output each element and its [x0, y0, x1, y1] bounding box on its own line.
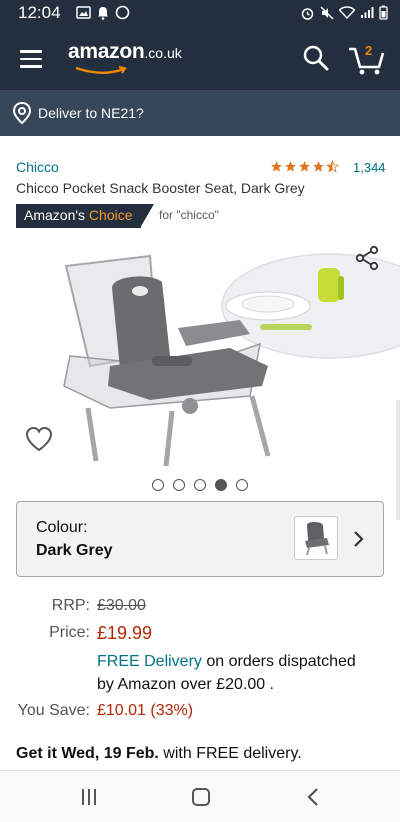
delivery-info-line2: by Amazon over £20.00 . — [97, 676, 274, 693]
you-save-label: You Save: — [17, 702, 90, 719]
colour-swatch-thumbnail — [294, 516, 338, 560]
recents-icon[interactable] — [82, 789, 96, 805]
rrp-value: £30.00 — [97, 597, 146, 614]
star-full-icon — [299, 161, 310, 172]
price-value: £19.99 — [97, 623, 153, 643]
cart-button[interactable]: 2 — [346, 42, 386, 76]
back-icon[interactable] — [306, 787, 320, 807]
bell-notification-icon — [98, 6, 108, 20]
deliver-to-text: Deliver to NE21? — [38, 105, 144, 121]
you-save-value: £10.01 (33%) — [97, 702, 194, 719]
colour-label: Colour: — [36, 519, 88, 536]
location-pin-icon — [12, 102, 32, 124]
product-title: Chicco Pocket Snack Booster Seat, Dark G… — [16, 180, 305, 196]
menu-icon[interactable] — [20, 50, 42, 68]
product-image[interactable] — [0, 236, 400, 472]
star-full-icon — [285, 161, 296, 172]
mute-icon — [320, 5, 334, 20]
share-icon[interactable] — [354, 245, 380, 271]
brand-link[interactable]: Chicco — [16, 159, 59, 175]
gallery-notification-icon — [76, 6, 91, 19]
delivery-info-text: on orders dispatched — [206, 653, 356, 670]
star-half-icon — [326, 160, 339, 173]
app-header: amazon.co.uk 2 — [0, 26, 400, 90]
wifi-icon — [339, 6, 355, 19]
logo-domain: .co.uk — [144, 45, 182, 61]
colour-value: Dark Grey — [36, 542, 113, 559]
edge-panel-handle[interactable] — [396, 400, 400, 520]
free-delivery-link[interactable]: FREE Delivery — [97, 653, 202, 670]
star-full-icon — [313, 161, 324, 172]
review-count-link[interactable]: 1,344 — [353, 160, 386, 175]
search-icon[interactable] — [302, 44, 330, 72]
badge-keyword: for "chicco" — [159, 208, 219, 222]
alarm-icon — [301, 7, 314, 20]
system-nav-bar — [0, 770, 400, 822]
home-icon[interactable] — [192, 788, 210, 806]
status-bar: 12:04 — [0, 0, 400, 26]
star-full-icon — [271, 161, 282, 172]
price-row: Price: £19.99 — [0, 623, 400, 647]
rating-stars[interactable] — [270, 160, 339, 173]
gallery-dot[interactable] — [194, 479, 206, 491]
gallery-dots — [152, 479, 248, 491]
status-left-icons — [76, 5, 130, 20]
gallery-dot[interactable] — [173, 479, 185, 491]
signal-icon — [361, 7, 374, 18]
battery-icon — [379, 5, 388, 20]
sync-notification-icon — [115, 5, 130, 20]
gallery-dot[interactable] — [236, 479, 248, 491]
amazon-logo[interactable]: amazon.co.uk — [68, 40, 182, 74]
rrp-label: RRP: — [51, 597, 90, 614]
status-right-icons — [300, 5, 388, 20]
chevron-right-icon — [354, 531, 364, 547]
delivery-estimate: Get it Wed, 19 Feb. with FREE delivery. — [16, 745, 302, 763]
colour-selector[interactable]: Colour: Dark Grey — [16, 501, 384, 577]
rrp-row: RRP: £30.00 — [0, 597, 400, 619]
logo-wordmark: amazon — [68, 40, 145, 63]
delivery-info-line1: FREE Delivery on orders dispatched — [97, 653, 387, 675]
gallery-dot[interactable] — [152, 479, 164, 491]
badge-prefix: Amazon's — [24, 207, 86, 223]
badge-choice: Choice — [88, 207, 133, 223]
status-time: 12:04 — [18, 3, 61, 22]
product-photo — [63, 253, 400, 467]
you-save-row: You Save: £10.01 (33%) — [0, 702, 400, 724]
gallery-dot-active[interactable] — [215, 479, 227, 491]
heart-icon[interactable] — [25, 426, 53, 452]
price-label: Price: — [49, 624, 90, 641]
badge-notch — [140, 204, 154, 228]
delivery-date: Get it Wed, 19 Feb. — [16, 745, 159, 762]
deliver-to-bar[interactable]: Deliver to NE21? — [0, 90, 400, 136]
logo-smile-icon — [75, 66, 127, 74]
cart-count: 2 — [365, 43, 373, 58]
amazons-choice-badge: Amazon's Choice — [16, 204, 141, 228]
delivery-suffix: with FREE delivery. — [163, 745, 302, 762]
